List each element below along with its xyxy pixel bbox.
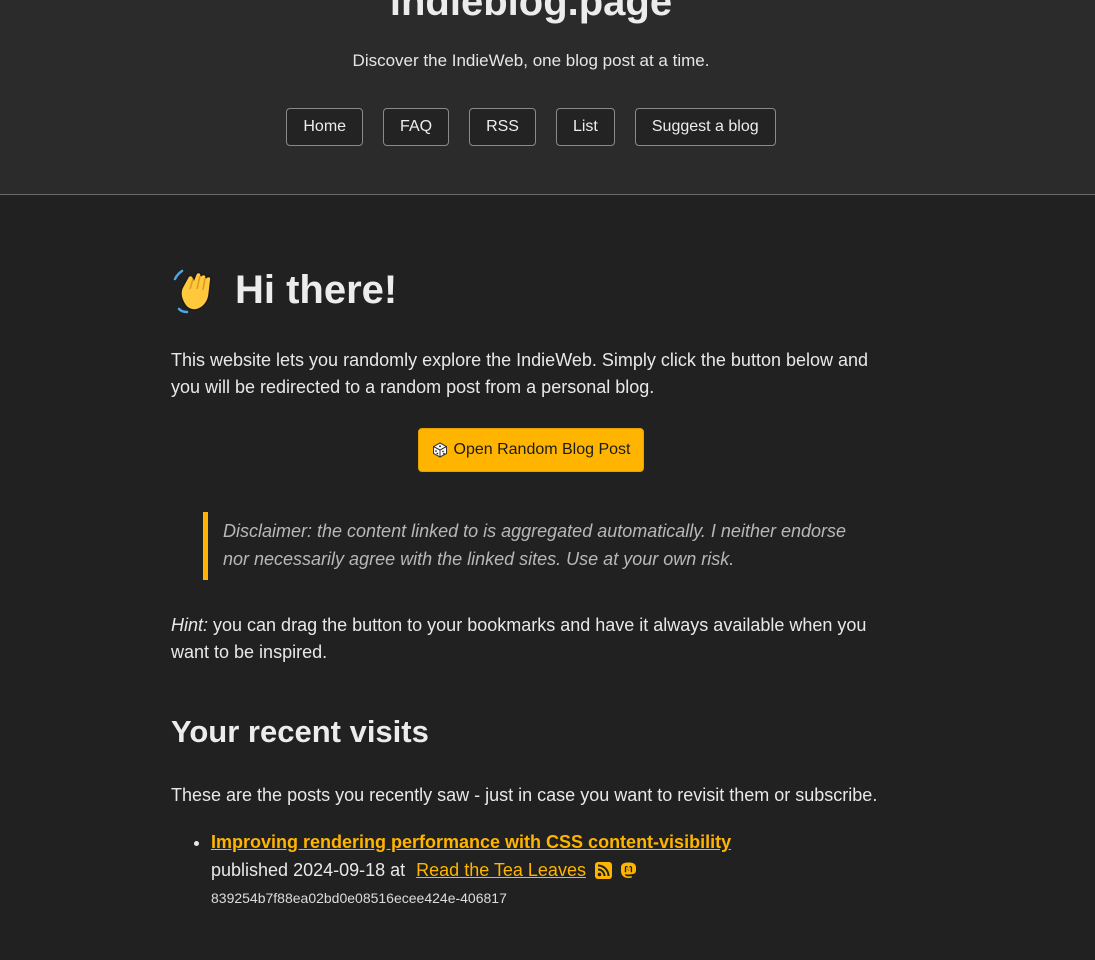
mastodon-icon[interactable]: [619, 861, 638, 880]
published-text: published 2024-09-18 at: [211, 860, 411, 880]
recent-visits-description: These are the posts you recently saw - j…: [171, 785, 878, 805]
waving-hand-icon: [173, 269, 212, 314]
site-header: indieblog.page Discover the IndieWeb, on…: [0, 0, 1095, 195]
recent-visits-list: Improving rendering performance with CSS…: [171, 828, 893, 912]
recent-visits-heading: Your recent visits: [171, 714, 429, 749]
intro-paragraph: This website lets you randomly explore t…: [171, 350, 869, 397]
greeting-heading: Hi there!: [171, 265, 397, 315]
list-item: Improving rendering performance with CSS…: [211, 828, 893, 912]
hint-label: Hint:: [171, 615, 209, 635]
site-title[interactable]: indieblog.page: [0, 0, 1062, 26]
hint-paragraph: Hint: you can drag the button to your bo…: [171, 612, 893, 666]
nav-suggest-blog-button[interactable]: Suggest a blog: [634, 108, 776, 146]
nav-faq-button[interactable]: FAQ: [383, 108, 450, 146]
random-button-label: Open Random Blog Post: [453, 441, 631, 458]
dice-icon: [432, 442, 447, 458]
open-random-blog-post-button[interactable]: Open Random Blog Post: [418, 428, 644, 472]
nav-home-button[interactable]: Home: [286, 108, 364, 146]
hint-text: you can drag the button to your bookmark…: [171, 615, 867, 662]
nav-rss-button[interactable]: RSS: [469, 108, 536, 146]
post-meta: published 2024-09-18 at Read the Tea Lea…: [211, 856, 893, 884]
post-title-link[interactable]: Improving rendering performance with CSS…: [211, 832, 731, 852]
site-tagline: Discover the IndieWeb, one blog post at …: [352, 51, 710, 70]
greeting-text: Hi there!: [235, 268, 398, 312]
post-hash: 839254b7f88ea02bd0e08516ecee424e-406817: [211, 890, 507, 906]
main-nav: Home FAQ RSS List Suggest a blog: [0, 108, 1062, 146]
blog-name-link[interactable]: Read the Tea Leaves: [416, 856, 586, 884]
nav-list-button[interactable]: List: [555, 108, 615, 146]
disclaimer-quote: Disclaimer: the content linked to is agg…: [203, 512, 863, 580]
rss-icon[interactable]: [594, 861, 613, 880]
